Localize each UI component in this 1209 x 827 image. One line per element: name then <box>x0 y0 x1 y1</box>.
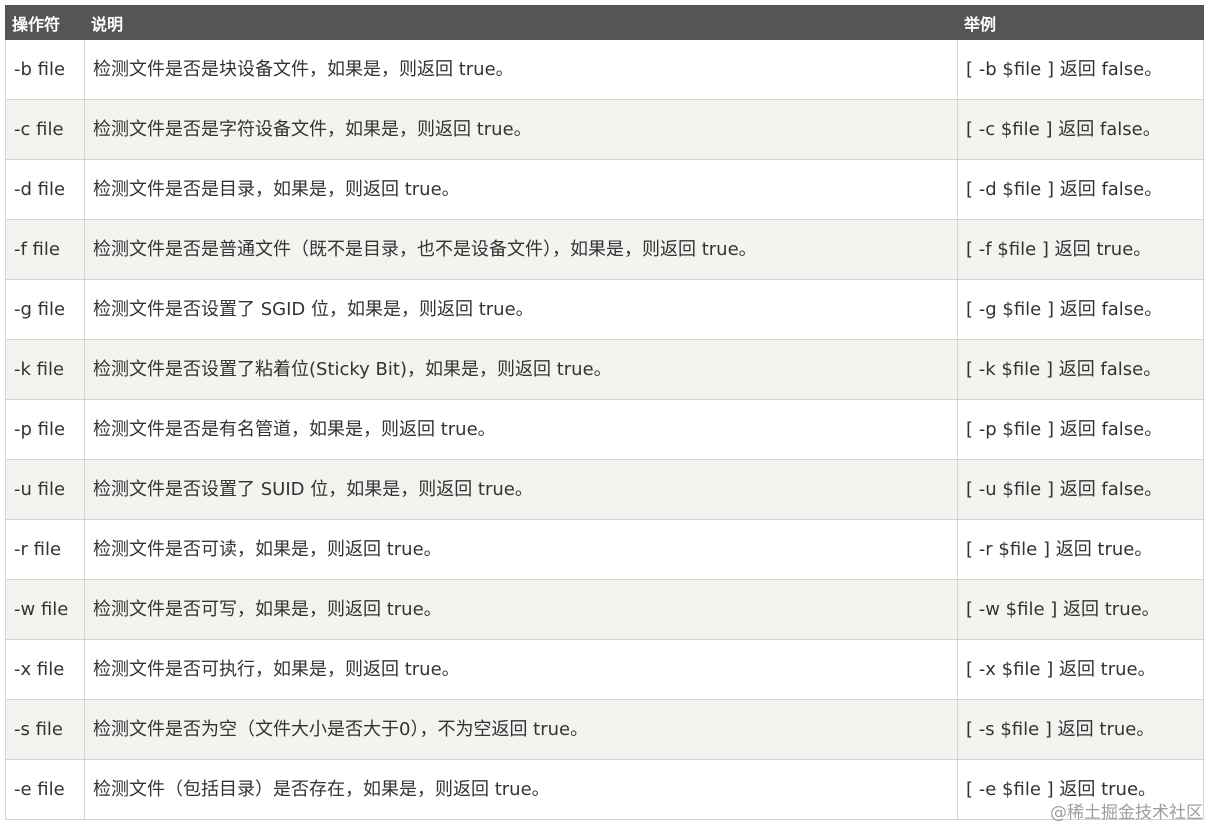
operator-cell: -w file <box>5 579 85 640</box>
example-cell: [ -x $file ] 返回 true。 <box>957 639 1204 700</box>
table-row: -g file 检测文件是否设置了 SGID 位，如果是，则返回 true。 [… <box>5 279 1204 340</box>
table-row: -b file 检测文件是否是块设备文件，如果是，则返回 true。 [ -b … <box>5 39 1204 100</box>
operator-cell: -g file <box>5 279 85 340</box>
table-body: -b file 检测文件是否是块设备文件，如果是，则返回 true。 [ -b … <box>5 39 1204 820</box>
example-cell: [ -u $file ] 返回 false。 <box>957 459 1204 520</box>
description-cell: 检测文件是否是目录，如果是，则返回 true。 <box>84 159 958 220</box>
operator-cell: -x file <box>5 639 85 700</box>
table-row: -f file 检测文件是否是普通文件（既不是目录，也不是设备文件），如果是，则… <box>5 219 1204 280</box>
operator-cell: -p file <box>5 399 85 460</box>
operator-cell: -b file <box>5 39 85 100</box>
operator-cell: -f file <box>5 219 85 280</box>
example-cell: [ -w $file ] 返回 true。 <box>957 579 1204 640</box>
table-row: -k file 检测文件是否设置了粘着位(Sticky Bit)，如果是，则返回… <box>5 339 1204 400</box>
operator-cell: -e file <box>5 759 85 820</box>
example-cell: [ -g $file ] 返回 false。 <box>957 279 1204 340</box>
table-header: 操作符 说明 举例 <box>5 5 1204 40</box>
operator-cell: -r file <box>5 519 85 580</box>
example-cell: [ -s $file ] 返回 true。 <box>957 699 1204 760</box>
example-cell: [ -c $file ] 返回 false。 <box>957 99 1204 160</box>
description-cell: 检测文件是否可读，如果是，则返回 true。 <box>84 519 958 580</box>
table-row: -p file 检测文件是否是有名管道，如果是，则返回 true。 [ -p $… <box>5 399 1204 460</box>
header-example: 举例 <box>957 5 1204 40</box>
description-cell: 检测文件是否是普通文件（既不是目录，也不是设备文件），如果是，则返回 true。 <box>84 219 958 280</box>
description-cell: 检测文件是否设置了粘着位(Sticky Bit)，如果是，则返回 true。 <box>84 339 958 400</box>
example-cell: [ -b $file ] 返回 false。 <box>957 39 1204 100</box>
description-cell: 检测文件是否设置了 SGID 位，如果是，则返回 true。 <box>84 279 958 340</box>
example-cell: [ -p $file ] 返回 false。 <box>957 399 1204 460</box>
header-operator: 操作符 <box>5 5 85 40</box>
operator-cell: -s file <box>5 699 85 760</box>
header-description: 说明 <box>84 5 958 40</box>
description-cell: 检测文件是否是字符设备文件，如果是，则返回 true。 <box>84 99 958 160</box>
example-cell: [ -e $file ] 返回 true。 <box>957 759 1204 820</box>
example-cell: [ -d $file ] 返回 false。 <box>957 159 1204 220</box>
operator-cell: -d file <box>5 159 85 220</box>
operator-cell: -u file <box>5 459 85 520</box>
description-cell: 检测文件是否可执行，如果是，则返回 true。 <box>84 639 958 700</box>
table-row: -s file 检测文件是否为空（文件大小是否大于0），不为空返回 true。 … <box>5 699 1204 760</box>
example-cell: [ -f $file ] 返回 true。 <box>957 219 1204 280</box>
operator-cell: -k file <box>5 339 85 400</box>
description-cell: 检测文件（包括目录）是否存在，如果是，则返回 true。 <box>84 759 958 820</box>
table-row: -w file 检测文件是否可写，如果是，则返回 true。 [ -w $fil… <box>5 579 1204 640</box>
description-cell: 检测文件是否可写，如果是，则返回 true。 <box>84 579 958 640</box>
table-row: -e file 检测文件（包括目录）是否存在，如果是，则返回 true。 [ -… <box>5 759 1204 820</box>
description-cell: 检测文件是否是块设备文件，如果是，则返回 true。 <box>84 39 958 100</box>
table-row: -u file 检测文件是否设置了 SUID 位，如果是，则返回 true。 [… <box>5 459 1204 520</box>
operator-cell: -c file <box>5 99 85 160</box>
description-cell: 检测文件是否是有名管道，如果是，则返回 true。 <box>84 399 958 460</box>
table-row: -x file 检测文件是否可执行，如果是，则返回 true。 [ -x $fi… <box>5 639 1204 700</box>
example-cell: [ -k $file ] 返回 false。 <box>957 339 1204 400</box>
example-cell: [ -r $file ] 返回 true。 <box>957 519 1204 580</box>
file-test-operators-table: 操作符 说明 举例 -b file 检测文件是否是块设备文件，如果是，则返回 t… <box>5 5 1204 820</box>
table-row: -c file 检测文件是否是字符设备文件，如果是，则返回 true。 [ -c… <box>5 99 1204 160</box>
table-row: -r file 检测文件是否可读，如果是，则返回 true。 [ -r $fil… <box>5 519 1204 580</box>
description-cell: 检测文件是否为空（文件大小是否大于0），不为空返回 true。 <box>84 699 958 760</box>
description-cell: 检测文件是否设置了 SUID 位，如果是，则返回 true。 <box>84 459 958 520</box>
header-row: 操作符 说明 举例 <box>5 5 1204 40</box>
table-row: -d file 检测文件是否是目录，如果是，则返回 true。 [ -d $fi… <box>5 159 1204 220</box>
